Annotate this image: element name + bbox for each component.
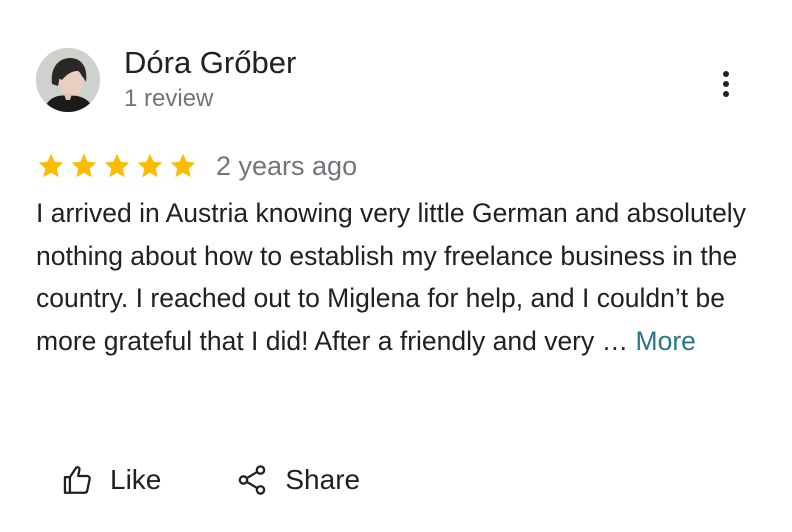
- review-actions: Like Share: [60, 458, 360, 502]
- more-link[interactable]: More: [636, 326, 696, 356]
- star-icon: [36, 151, 66, 181]
- star-icon: [135, 151, 165, 181]
- star-icon: [102, 151, 132, 181]
- star-icon: [69, 151, 99, 181]
- review-text: I arrived in Austria knowing very little…: [36, 192, 756, 362]
- star-rating: [36, 151, 198, 181]
- share-label: Share: [285, 464, 361, 495]
- profile-photo-icon: [36, 48, 100, 112]
- star-icon: [168, 151, 198, 181]
- rating-row: 2 years ago: [36, 148, 357, 184]
- share-button[interactable]: Share: [235, 462, 360, 498]
- avatar[interactable]: [36, 48, 100, 112]
- like-button[interactable]: Like: [60, 462, 161, 498]
- author-name[interactable]: Dóra Grőber: [124, 44, 296, 82]
- review-count[interactable]: 1 review: [124, 84, 213, 114]
- thumb-up-icon: [60, 463, 94, 497]
- review-time: 2 years ago: [216, 151, 358, 181]
- review-card: Dóra Grőber 1 review 2 years ago I arriv…: [0, 0, 792, 532]
- more-options-button[interactable]: [708, 64, 744, 104]
- more-vert-icon: [723, 71, 729, 77]
- share-icon: [235, 463, 269, 497]
- like-label: Like: [110, 464, 162, 495]
